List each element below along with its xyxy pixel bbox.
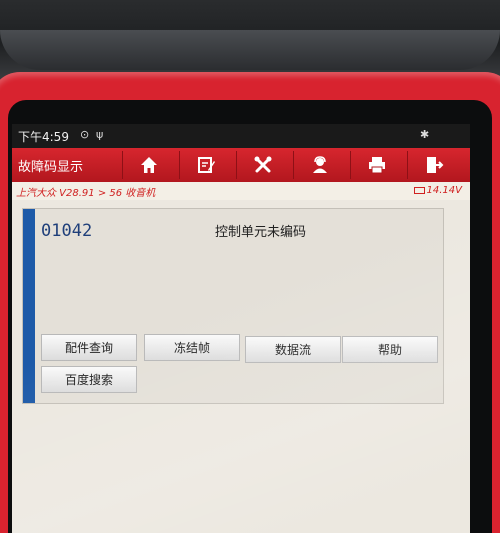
car-dashboard [0,0,500,80]
vehicle-breadcrumb: 上汽大众 V28.91 > 56 收音机 [16,188,156,199]
vehicle-path-bar: 上汽大众 V28.91 > 56 收音机 14.14V [12,182,470,200]
voltage-value: 14.14V [426,185,462,196]
alarm-icon: ⊙ [80,128,90,141]
tools-icon [254,156,271,173]
exit-button[interactable] [407,151,459,179]
printer-icon [368,157,385,174]
exit-icon [426,157,443,173]
parts-lookup-button[interactable]: 配件查询 [41,334,137,361]
battery-icon [413,187,425,194]
battery-voltage: 14.14V [413,185,462,196]
print-button[interactable] [350,151,402,179]
home-button[interactable] [122,151,174,179]
app-header: 故障码显示 [12,148,470,182]
page-title: 故障码显示 [18,160,84,175]
help-button[interactable]: 帮助 [342,336,438,363]
report-button[interactable] [179,151,231,179]
dtc-accent-bar [23,209,35,403]
edit-report-icon [197,157,215,173]
support-person-icon [312,156,327,173]
support-button[interactable] [293,151,345,179]
dtc-panel: 01042 控制单元未编码 配件查询 冻结帧 数据流 帮助 百度搜索 [22,208,444,404]
tools-button[interactable] [236,151,288,179]
baidu-search-button[interactable]: 百度搜索 [41,366,137,393]
status-time: 下午4:59 [18,130,69,144]
dashboard-trim [0,30,500,70]
dtc-code: 01042 [41,221,93,241]
data-stream-button[interactable]: 数据流 [245,336,341,363]
home-icon [140,157,157,173]
usb-icon: ψ [96,128,104,141]
dtc-description: 控制单元未编码 [215,225,307,240]
status-bar: 下午4:59 ⊙ ψ ✱ [12,124,470,148]
bluetooth-icon: ✱ [420,128,430,141]
freeze-frame-button[interactable]: 冻结帧 [144,334,240,361]
